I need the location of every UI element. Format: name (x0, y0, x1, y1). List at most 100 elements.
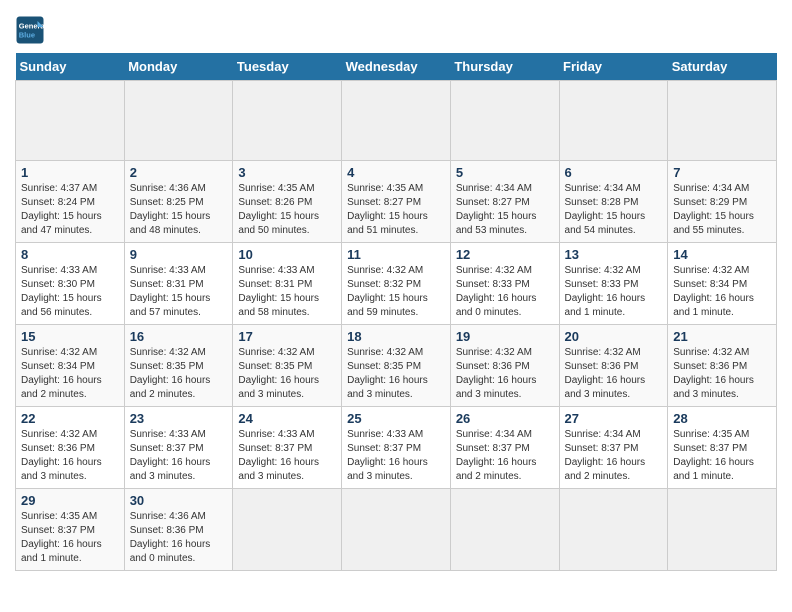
calendar-cell: 22 Sunrise: 4:32 AMSunset: 8:36 PMDaylig… (16, 407, 125, 489)
day-number: 23 (130, 411, 228, 426)
day-number: 10 (238, 247, 336, 262)
day-header-tuesday: Tuesday (233, 53, 342, 81)
day-info: Sunrise: 4:32 AMSunset: 8:36 PMDaylight:… (456, 347, 537, 400)
day-number: 6 (565, 165, 663, 180)
calendar-cell (559, 489, 668, 571)
calendar-cell: 19 Sunrise: 4:32 AMSunset: 8:36 PMDaylig… (450, 325, 559, 407)
calendar-cell: 29 Sunrise: 4:35 AMSunset: 8:37 PMDaylig… (16, 489, 125, 571)
calendar-cell (668, 81, 777, 161)
calendar-cell (233, 489, 342, 571)
day-info: Sunrise: 4:32 AMSunset: 8:33 PMDaylight:… (565, 265, 646, 318)
calendar-cell (342, 81, 451, 161)
calendar-cell (233, 81, 342, 161)
calendar-cell: 7 Sunrise: 4:34 AMSunset: 8:29 PMDayligh… (668, 161, 777, 243)
day-number: 18 (347, 329, 445, 344)
calendar-week-row (16, 81, 777, 161)
day-number: 7 (673, 165, 771, 180)
day-info: Sunrise: 4:32 AMSunset: 8:34 PMDaylight:… (673, 265, 754, 318)
day-info: Sunrise: 4:32 AMSunset: 8:33 PMDaylight:… (456, 265, 537, 318)
day-header-sunday: Sunday (16, 53, 125, 81)
day-number: 2 (130, 165, 228, 180)
day-number: 13 (565, 247, 663, 262)
calendar-week-row: 29 Sunrise: 4:35 AMSunset: 8:37 PMDaylig… (16, 489, 777, 571)
day-number: 20 (565, 329, 663, 344)
day-info: Sunrise: 4:32 AMSunset: 8:35 PMDaylight:… (130, 347, 211, 400)
day-number: 15 (21, 329, 119, 344)
day-number: 30 (130, 493, 228, 508)
calendar-cell: 4 Sunrise: 4:35 AMSunset: 8:27 PMDayligh… (342, 161, 451, 243)
calendar-cell: 12 Sunrise: 4:32 AMSunset: 8:33 PMDaylig… (450, 243, 559, 325)
calendar-cell: 27 Sunrise: 4:34 AMSunset: 8:37 PMDaylig… (559, 407, 668, 489)
day-info: Sunrise: 4:36 AMSunset: 8:25 PMDaylight:… (130, 183, 211, 236)
calendar-cell: 25 Sunrise: 4:33 AMSunset: 8:37 PMDaylig… (342, 407, 451, 489)
day-info: Sunrise: 4:33 AMSunset: 8:37 PMDaylight:… (238, 429, 319, 482)
day-number: 27 (565, 411, 663, 426)
day-info: Sunrise: 4:34 AMSunset: 8:37 PMDaylight:… (456, 429, 537, 482)
day-number: 29 (21, 493, 119, 508)
calendar-cell (559, 81, 668, 161)
day-info: Sunrise: 4:36 AMSunset: 8:36 PMDaylight:… (130, 511, 211, 564)
calendar-cell: 2 Sunrise: 4:36 AMSunset: 8:25 PMDayligh… (124, 161, 233, 243)
svg-text:Blue: Blue (19, 31, 35, 40)
day-info: Sunrise: 4:32 AMSunset: 8:36 PMDaylight:… (565, 347, 646, 400)
day-header-saturday: Saturday (668, 53, 777, 81)
day-number: 25 (347, 411, 445, 426)
calendar-cell: 10 Sunrise: 4:33 AMSunset: 8:31 PMDaylig… (233, 243, 342, 325)
day-info: Sunrise: 4:33 AMSunset: 8:37 PMDaylight:… (130, 429, 211, 482)
calendar-cell: 15 Sunrise: 4:32 AMSunset: 8:34 PMDaylig… (16, 325, 125, 407)
page-header: General Blue (15, 15, 777, 45)
day-info: Sunrise: 4:37 AMSunset: 8:24 PMDaylight:… (21, 183, 102, 236)
day-number: 22 (21, 411, 119, 426)
calendar-cell: 11 Sunrise: 4:32 AMSunset: 8:32 PMDaylig… (342, 243, 451, 325)
calendar-cell: 13 Sunrise: 4:32 AMSunset: 8:33 PMDaylig… (559, 243, 668, 325)
day-number: 19 (456, 329, 554, 344)
calendar-cell: 21 Sunrise: 4:32 AMSunset: 8:36 PMDaylig… (668, 325, 777, 407)
calendar-week-row: 8 Sunrise: 4:33 AMSunset: 8:30 PMDayligh… (16, 243, 777, 325)
calendar-cell: 3 Sunrise: 4:35 AMSunset: 8:26 PMDayligh… (233, 161, 342, 243)
calendar-cell: 30 Sunrise: 4:36 AMSunset: 8:36 PMDaylig… (124, 489, 233, 571)
day-info: Sunrise: 4:33 AMSunset: 8:30 PMDaylight:… (21, 265, 102, 318)
calendar-cell: 14 Sunrise: 4:32 AMSunset: 8:34 PMDaylig… (668, 243, 777, 325)
day-info: Sunrise: 4:32 AMSunset: 8:35 PMDaylight:… (347, 347, 428, 400)
calendar-cell (668, 489, 777, 571)
day-info: Sunrise: 4:34 AMSunset: 8:29 PMDaylight:… (673, 183, 754, 236)
day-number: 5 (456, 165, 554, 180)
calendar-cell: 20 Sunrise: 4:32 AMSunset: 8:36 PMDaylig… (559, 325, 668, 407)
day-number: 26 (456, 411, 554, 426)
calendar-cell: 26 Sunrise: 4:34 AMSunset: 8:37 PMDaylig… (450, 407, 559, 489)
day-info: Sunrise: 4:34 AMSunset: 8:37 PMDaylight:… (565, 429, 646, 482)
calendar-cell (450, 81, 559, 161)
day-number: 4 (347, 165, 445, 180)
calendar-cell (16, 81, 125, 161)
day-header-wednesday: Wednesday (342, 53, 451, 81)
day-number: 24 (238, 411, 336, 426)
calendar-cell: 1 Sunrise: 4:37 AMSunset: 8:24 PMDayligh… (16, 161, 125, 243)
logo-icon: General Blue (15, 15, 45, 45)
calendar-cell (450, 489, 559, 571)
day-info: Sunrise: 4:35 AMSunset: 8:37 PMDaylight:… (21, 511, 102, 564)
day-info: Sunrise: 4:32 AMSunset: 8:32 PMDaylight:… (347, 265, 428, 318)
day-info: Sunrise: 4:32 AMSunset: 8:34 PMDaylight:… (21, 347, 102, 400)
calendar-cell (124, 81, 233, 161)
calendar-cell: 23 Sunrise: 4:33 AMSunset: 8:37 PMDaylig… (124, 407, 233, 489)
calendar-cell: 6 Sunrise: 4:34 AMSunset: 8:28 PMDayligh… (559, 161, 668, 243)
day-info: Sunrise: 4:35 AMSunset: 8:26 PMDaylight:… (238, 183, 319, 236)
day-info: Sunrise: 4:32 AMSunset: 8:35 PMDaylight:… (238, 347, 319, 400)
day-info: Sunrise: 4:34 AMSunset: 8:27 PMDaylight:… (456, 183, 537, 236)
day-info: Sunrise: 4:35 AMSunset: 8:37 PMDaylight:… (673, 429, 754, 482)
calendar-cell: 18 Sunrise: 4:32 AMSunset: 8:35 PMDaylig… (342, 325, 451, 407)
day-number: 8 (21, 247, 119, 262)
calendar-cell: 16 Sunrise: 4:32 AMSunset: 8:35 PMDaylig… (124, 325, 233, 407)
day-number: 11 (347, 247, 445, 262)
calendar-cell: 28 Sunrise: 4:35 AMSunset: 8:37 PMDaylig… (668, 407, 777, 489)
day-number: 16 (130, 329, 228, 344)
calendar-cell: 17 Sunrise: 4:32 AMSunset: 8:35 PMDaylig… (233, 325, 342, 407)
calendar-cell (342, 489, 451, 571)
day-number: 28 (673, 411, 771, 426)
day-header-friday: Friday (559, 53, 668, 81)
calendar-week-row: 15 Sunrise: 4:32 AMSunset: 8:34 PMDaylig… (16, 325, 777, 407)
calendar-table: SundayMondayTuesdayWednesdayThursdayFrid… (15, 53, 777, 571)
day-info: Sunrise: 4:33 AMSunset: 8:31 PMDaylight:… (238, 265, 319, 318)
day-info: Sunrise: 4:32 AMSunset: 8:36 PMDaylight:… (673, 347, 754, 400)
day-info: Sunrise: 4:32 AMSunset: 8:36 PMDaylight:… (21, 429, 102, 482)
